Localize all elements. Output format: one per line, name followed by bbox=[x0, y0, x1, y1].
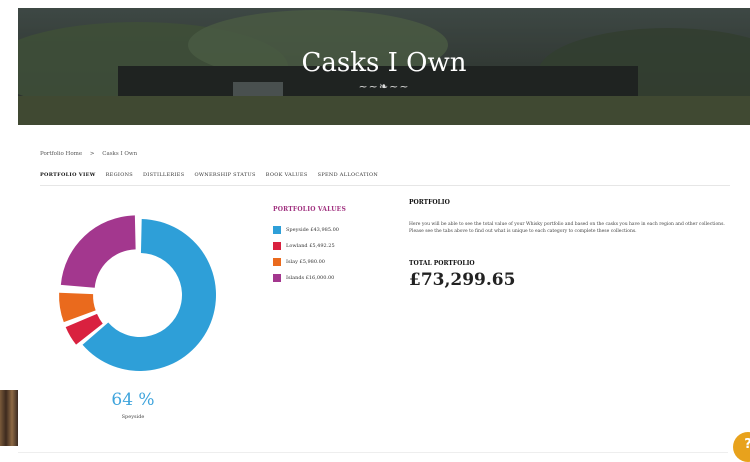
legend-swatch bbox=[273, 242, 281, 250]
title-ornament: ~~❧~~ bbox=[358, 80, 410, 93]
legend-label: Islay £5,980.00 bbox=[286, 259, 325, 265]
total-portfolio-label: TOTAL PORTFOLIO bbox=[409, 260, 475, 267]
help-icon[interactable]: ? bbox=[733, 432, 750, 462]
legend-item-speyside[interactable]: Speyside £43,985.00 bbox=[273, 222, 339, 238]
tab-spend-allocation[interactable]: Spend Allocation bbox=[318, 172, 379, 178]
tab-book-values[interactable]: Book Values bbox=[266, 172, 308, 178]
highlight-percent: 64 % bbox=[111, 390, 155, 410]
highlight-label: Speyside bbox=[121, 414, 145, 420]
tab-divider bbox=[40, 185, 730, 186]
legend-label: Lowland £5,492.25 bbox=[286, 243, 335, 249]
legend-swatch bbox=[273, 274, 281, 282]
portfolio-donut-chart bbox=[59, 215, 216, 371]
legend-swatch bbox=[273, 258, 281, 266]
total-portfolio-value: £73,299.65 bbox=[409, 270, 516, 290]
portfolio-heading: PORTFOLIO bbox=[409, 199, 450, 206]
legend-item-lowland[interactable]: Lowland £5,492.25 bbox=[273, 238, 339, 254]
tab-ownership-status[interactable]: Ownership Status bbox=[194, 172, 255, 178]
tab-distilleries[interactable]: Distilleries bbox=[143, 172, 184, 178]
breadcrumb-current: Casks I Own bbox=[102, 151, 138, 157]
legend-item-islands[interactable]: Islands £16,000.00 bbox=[273, 270, 339, 286]
legend-item-islay[interactable]: Islay £5,980.00 bbox=[273, 254, 339, 270]
breadcrumb-home[interactable]: Portfolio Home bbox=[40, 151, 82, 157]
breadcrumb: Portfolio Home > Casks I Own bbox=[40, 151, 143, 157]
legend-label: Speyside £43,985.00 bbox=[286, 227, 339, 233]
donut-slice[interactable] bbox=[60, 215, 136, 288]
footer-divider bbox=[18, 452, 728, 453]
legend-title: PORTFOLIO VALUES bbox=[273, 206, 346, 213]
hero-banner: Casks I Own ~~❧~~ bbox=[18, 8, 750, 125]
tab-regions[interactable]: Regions bbox=[106, 172, 133, 178]
page-title: Casks I Own bbox=[301, 48, 467, 78]
tab-bar: Portfolio View Regions Distilleries Owne… bbox=[40, 172, 378, 178]
legend-label: Islands £16,000.00 bbox=[286, 275, 335, 281]
legend-swatch bbox=[273, 226, 281, 234]
side-thumbnail[interactable] bbox=[0, 390, 18, 446]
portfolio-description: Here you will be able to see the total v… bbox=[409, 222, 725, 234]
legend: Speyside £43,985.00 Lowland £5,492.25 Is… bbox=[273, 222, 339, 286]
tab-portfolio-view[interactable]: Portfolio View bbox=[40, 172, 96, 178]
breadcrumb-separator: > bbox=[89, 151, 95, 157]
